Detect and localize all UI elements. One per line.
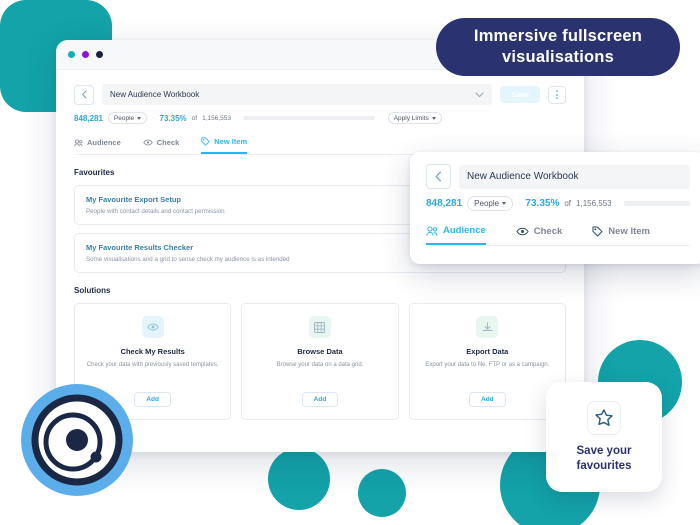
decorative-circle-teal-1 xyxy=(268,448,330,510)
chevron-left-icon xyxy=(81,90,87,99)
eye-icon xyxy=(143,139,153,146)
kebab-dot-2 xyxy=(556,93,558,96)
solution-add-button[interactable]: Add xyxy=(469,392,506,407)
back-button[interactable] xyxy=(74,84,94,105)
float-tab-check-label: Check xyxy=(533,226,563,237)
stats-separator-1: · xyxy=(152,114,155,122)
save-favourites-line-2: favourites xyxy=(576,459,632,472)
float-workbook-name-text: New Audience Workbook xyxy=(467,171,579,182)
grid-icon xyxy=(314,321,326,333)
chevron-down-icon xyxy=(475,92,484,97)
apply-limits-selector[interactable]: Apply Limits xyxy=(387,112,442,124)
floating-workbook-panel: New Audience Workbook 848,281 People · 7… xyxy=(410,152,700,264)
chevron-left-icon xyxy=(435,171,442,182)
badge-line-2: visualisations xyxy=(502,48,614,66)
orbit-core xyxy=(66,429,88,451)
save-favourites-line-1: Save your xyxy=(576,445,632,458)
people-icon xyxy=(74,139,83,147)
badge-line-1: Immersive fullscreen xyxy=(473,26,643,45)
save-favourites-label: Save your favourites xyxy=(577,444,632,473)
solutions-grid: Check My Results Check your data with pr… xyxy=(74,303,566,420)
solutions-heading: Solutions xyxy=(74,286,111,295)
float-tab-check[interactable]: Check xyxy=(516,225,563,245)
audience-percent: 73.35% xyxy=(159,113,187,123)
window-dot-navy[interactable] xyxy=(96,51,103,58)
solution-card-export-data[interactable]: Export Data Export your data to file, FT… xyxy=(408,303,566,420)
kebab-dot-3 xyxy=(556,97,558,99)
audience-count: 848,281 xyxy=(74,113,103,123)
float-sep-2: · xyxy=(616,200,619,207)
float-audience-percent: 73.35% xyxy=(525,198,560,209)
float-back-button[interactable] xyxy=(426,164,451,189)
tab-new-item-label: New Item xyxy=(214,137,248,146)
float-workbook-header-row: New Audience Workbook xyxy=(426,164,690,189)
solution-desc: Export your data to file, FTP or as a ca… xyxy=(425,362,550,368)
tab-audience[interactable]: Audience xyxy=(74,137,121,154)
stats-separator-2: · xyxy=(236,114,239,122)
star-icon-wrap xyxy=(587,401,621,436)
chevron-down-icon xyxy=(431,116,436,120)
workbook-name-select[interactable]: New Audience Workbook xyxy=(102,84,493,105)
solution-desc: Browse your data on a data grid. xyxy=(276,362,364,368)
tag-icon xyxy=(592,226,603,237)
save-favourites-card[interactable]: Save your favourites xyxy=(546,382,662,492)
tab-check-label: Check xyxy=(156,138,180,147)
tab-new-item[interactable]: New Item xyxy=(201,137,248,154)
decorative-circle-teal-2 xyxy=(358,469,406,517)
eye-icon xyxy=(516,227,529,236)
solution-desc: Check your data with previously saved te… xyxy=(86,362,219,368)
tab-check[interactable]: Check xyxy=(143,137,180,154)
float-tab-audience[interactable]: Audience xyxy=(426,225,486,245)
solution-add-button[interactable]: Add xyxy=(301,392,339,407)
save-button[interactable]: Save xyxy=(500,85,540,104)
solution-icon-wrap xyxy=(476,316,499,338)
float-sep-1: · xyxy=(518,200,521,207)
immersive-fullscreen-badge: Immersive fullscreen visualisations xyxy=(436,18,680,76)
people-icon xyxy=(426,225,438,236)
float-tab-audience-label: Audience xyxy=(443,225,486,236)
workbook-header-row: New Audience Workbook Save xyxy=(74,84,566,105)
chevron-down-icon xyxy=(502,202,507,205)
star-icon xyxy=(595,409,613,427)
kebab-dot-1 xyxy=(556,90,558,92)
float-tab-new-item[interactable]: New Item xyxy=(592,225,650,245)
audience-total: 1,156,553 xyxy=(202,114,231,122)
solution-title: Browse Data xyxy=(297,347,343,356)
apply-limits-label: Apply Limits xyxy=(393,114,429,122)
stats-separator-3: · xyxy=(380,114,383,122)
float-audience-total: 1,156,553 xyxy=(576,199,612,208)
tab-audience-label: Audience xyxy=(87,138,121,147)
of-label: of xyxy=(191,114,198,122)
download-icon xyxy=(482,321,493,331)
solution-card-browse-data[interactable]: Browse Data Browse your data on a data g… xyxy=(241,303,399,420)
eye-icon xyxy=(146,323,159,331)
orbit-satellite xyxy=(90,451,102,463)
float-workbook-name[interactable]: New Audience Workbook xyxy=(459,164,690,189)
float-workbook-tabs: Audience Check New Item xyxy=(426,225,690,246)
workbook-name-text: New Audience Workbook xyxy=(110,90,200,99)
entity-selector[interactable]: People xyxy=(107,112,148,124)
float-audience-count: 848,281 xyxy=(426,198,463,209)
window-dot-teal[interactable] xyxy=(68,51,75,58)
solution-title: Check My Results xyxy=(120,347,185,356)
solution-add-button[interactable]: Add xyxy=(134,392,171,407)
overflow-menu-button[interactable] xyxy=(548,85,566,104)
tag-icon xyxy=(201,137,210,146)
entity-label: People xyxy=(113,114,135,122)
screenshot-stage: New Audience Workbook Save 848,281 Peopl… xyxy=(0,0,700,525)
float-entity-label: People xyxy=(474,199,500,208)
float-of-label: of xyxy=(564,199,572,208)
audience-progress-bar xyxy=(243,116,376,120)
solution-icon-wrap xyxy=(141,316,164,338)
chevron-down-icon xyxy=(137,116,142,120)
window-dot-purple[interactable] xyxy=(82,51,89,58)
float-entity-selector[interactable]: People xyxy=(467,196,514,211)
float-audience-stats-row: 848,281 People · 73.35% of 1,156,553 · xyxy=(426,196,690,211)
solution-title: Export Data xyxy=(466,347,509,356)
float-progress-bar xyxy=(623,201,690,206)
audience-stats-row: 848,281 People · 73.35% of 1,156,553 · ·… xyxy=(74,112,566,124)
float-tab-new-item-label: New Item xyxy=(608,226,650,237)
solution-icon-wrap xyxy=(308,316,331,338)
orbit-logo xyxy=(21,384,133,496)
